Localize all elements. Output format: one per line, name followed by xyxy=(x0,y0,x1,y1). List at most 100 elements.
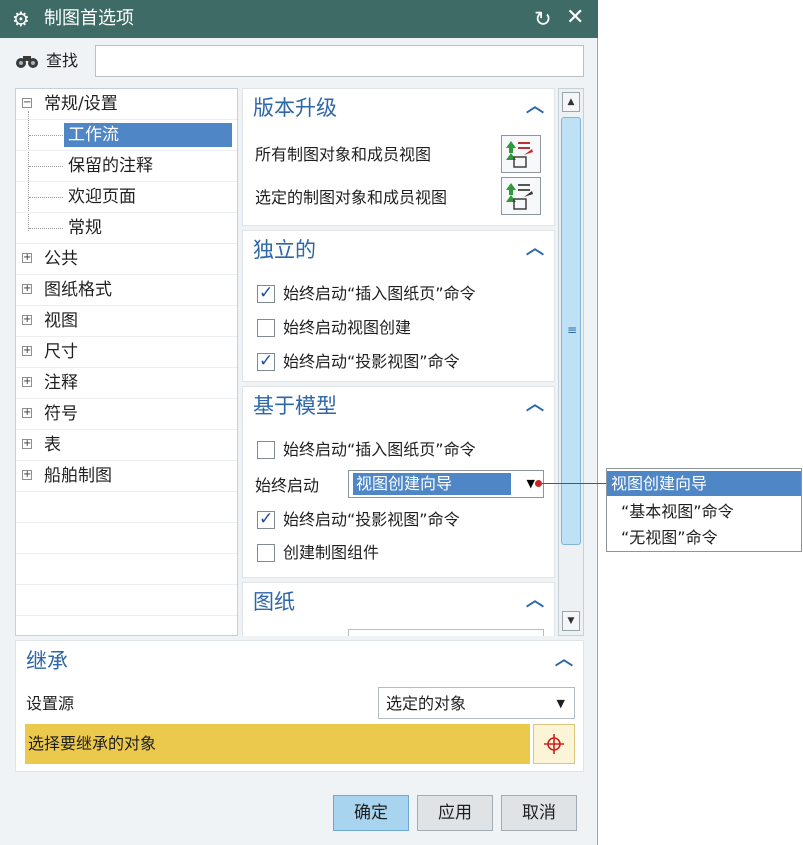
tree-item-label: 注释 xyxy=(44,373,78,393)
section-title: 独立的 xyxy=(253,238,316,262)
tree-item-general-settings[interactable]: − 常规/设置 xyxy=(16,89,237,120)
upgrade-selected-icon xyxy=(506,183,533,210)
section-title: 继承 xyxy=(26,649,68,673)
checkbox-create-drafting-component[interactable] xyxy=(257,544,275,562)
tree-empty-row xyxy=(16,492,237,523)
section-version-upgrade: 版本升级 ︿ 所有制图对象和成员视图 选定的制图对象和成员视图 xyxy=(242,88,555,226)
drafting-preferences-dialog: ⚙ 制图首选项 ↻ ✕ 查找 − 常规/设置 工作流 保留的注释 欢迎页面 常规… xyxy=(0,0,598,845)
dropdown-arrow-icon[interactable]: ▼ xyxy=(527,475,535,493)
upgrade-objects-icon xyxy=(506,141,533,168)
checkbox-insert-sheet-model[interactable] xyxy=(257,441,275,459)
grip-icon: ≡ xyxy=(567,323,578,337)
dropdown-option[interactable]: 视图创建向导 xyxy=(607,471,801,496)
checkbox-projected-view[interactable]: ✓ xyxy=(257,351,275,371)
checkbox-label: 创建制图组件 xyxy=(283,543,380,562)
tree-item-drawing-format[interactable]: + 图纸格式 xyxy=(16,275,237,306)
tree-item-label: 表 xyxy=(44,435,61,455)
tree-item-symbol[interactable]: + 符号 xyxy=(16,399,237,430)
dialog-title: 制图首选项 xyxy=(44,8,134,29)
expand-icon[interactable]: + xyxy=(22,408,32,418)
tree-item-workflow[interactable]: 工作流 xyxy=(16,120,237,151)
section-title: 版本升级 xyxy=(253,96,337,120)
checkbox-insert-sheet[interactable]: ✓ xyxy=(257,283,275,303)
search-input[interactable] xyxy=(95,45,584,77)
tree-item-dimension[interactable]: + 尺寸 xyxy=(16,337,237,368)
dropdown-option[interactable]: “无视图”命令 xyxy=(607,525,801,550)
expand-icon[interactable]: + xyxy=(22,253,32,263)
close-icon[interactable]: ✕ xyxy=(566,4,584,32)
checkbox-view-creation[interactable] xyxy=(257,319,275,337)
tree-item-label: 公共 xyxy=(44,249,78,269)
select-object-prompt: 选择要继承的对象 xyxy=(28,734,157,753)
section-model-based: 基于模型 ︿ 始终启动“插入图纸页”命令 始终启动 视图创建向导 ▼ ✓ 始终启… xyxy=(242,386,555,578)
tree-item-annotation[interactable]: + 注释 xyxy=(16,368,237,399)
checkmark-icon: ✓ xyxy=(259,351,274,371)
collapse-section-icon[interactable]: ︿ xyxy=(555,650,573,670)
dropdown-option[interactable]: “基本视图”命令 xyxy=(607,499,801,524)
expand-icon[interactable]: + xyxy=(22,377,32,387)
drawing-field[interactable] xyxy=(348,629,544,636)
tree-item-common[interactable]: + 公共 xyxy=(16,244,237,275)
expand-icon[interactable]: + xyxy=(22,470,32,480)
apply-button[interactable]: 应用 xyxy=(417,795,493,831)
dropdown-options-list: 视图创建向导 “基本视图”命令 “无视图”命令 xyxy=(606,468,802,552)
select-object-bar[interactable]: 选择要继承的对象 xyxy=(25,724,530,764)
checkmark-icon: ✓ xyxy=(259,509,274,529)
dropdown-arrow-icon[interactable]: ▼ xyxy=(557,695,565,713)
scroll-thumb[interactable]: ≡ xyxy=(561,117,581,545)
always-start-label: 始终启动 xyxy=(255,476,320,495)
scroll-down-icon[interactable]: ▼ xyxy=(562,611,580,631)
view-creation-dropdown[interactable]: 视图创建向导 ▼ xyxy=(348,470,544,498)
expand-icon[interactable]: + xyxy=(22,284,32,294)
expand-icon[interactable]: + xyxy=(22,439,32,449)
checkbox-projected-view-model[interactable]: ✓ xyxy=(257,509,275,529)
tree-item-label: 保留的注释 xyxy=(68,156,153,176)
collapse-section-icon[interactable]: ︿ xyxy=(526,591,544,611)
expand-icon[interactable]: + xyxy=(22,315,32,325)
reset-icon[interactable]: ↻ xyxy=(534,6,552,32)
settings-source-select[interactable]: 选定的对象 ▼ xyxy=(378,687,575,719)
scroll-up-icon[interactable]: ▲ xyxy=(562,92,580,112)
collapse-icon[interactable]: − xyxy=(22,98,32,108)
upgrade-objects-button[interactable] xyxy=(501,135,541,173)
select-object-button[interactable] xyxy=(533,724,575,764)
callout-line xyxy=(538,483,606,484)
collapse-section-icon[interactable]: ︿ xyxy=(526,97,544,117)
settings-scrollbar[interactable]: ▲ ≡ ▼ xyxy=(558,88,584,636)
tree-item-label: 船舶制图 xyxy=(44,466,112,486)
find-label: 查找 xyxy=(46,51,79,70)
tree-item-ship-drafting[interactable]: + 船舶制图 xyxy=(16,461,237,492)
collapse-section-icon[interactable]: ︿ xyxy=(526,395,544,415)
ok-button[interactable]: 确定 xyxy=(333,795,409,831)
collapse-section-icon[interactable]: ︿ xyxy=(526,239,544,259)
settings-source-label: 设置源 xyxy=(26,694,75,713)
tree-item-label: 图纸格式 xyxy=(44,280,112,300)
tree-item-label: 常规/设置 xyxy=(44,94,118,114)
select-value: 选定的对象 xyxy=(386,694,467,713)
cancel-button[interactable]: 取消 xyxy=(501,795,577,831)
tree-empty-row xyxy=(16,554,237,585)
tree-item-label: 符号 xyxy=(44,404,78,424)
upgrade-selected-label: 选定的制图对象和成员视图 xyxy=(255,188,448,207)
tree-item-retained-annotations[interactable]: 保留的注释 xyxy=(16,151,237,182)
tree-item-table[interactable]: + 表 xyxy=(16,430,237,461)
section-drawing: 图纸 ︿ xyxy=(242,582,555,636)
expand-icon[interactable]: + xyxy=(22,346,32,356)
section-standalone: 独立的 ︿ ✓ 始终启动“插入图纸页”命令 始终启动视图创建 ✓ 始终启动“投影… xyxy=(242,230,555,382)
checkbox-label: 始终启动视图创建 xyxy=(283,318,412,337)
upgrade-all-label: 所有制图对象和成员视图 xyxy=(255,145,432,164)
checkbox-label: 始终启动“插入图纸页”命令 xyxy=(283,284,476,303)
tree-item-general[interactable]: 常规 xyxy=(16,213,237,244)
upgrade-selected-button[interactable] xyxy=(501,177,541,215)
tree-item-welcome-page[interactable]: 欢迎页面 xyxy=(16,182,237,213)
section-title: 图纸 xyxy=(253,590,295,614)
checkbox-label: 始终启动“投影视图”命令 xyxy=(283,352,460,371)
binoculars-icon xyxy=(16,56,38,68)
tree-item-label: 欢迎页面 xyxy=(68,187,136,207)
section-inherit: 继承 ︿ 设置源 选定的对象 ▼ 选择要继承的对象 xyxy=(15,640,584,772)
dropdown-selected-value: 视图创建向导 xyxy=(353,473,511,495)
tree-item-view[interactable]: + 视图 xyxy=(16,306,237,337)
checkbox-label: 始终启动“投影视图”命令 xyxy=(283,510,460,529)
title-bar: ⚙ 制图首选项 ↻ ✕ xyxy=(0,0,598,38)
crosshair-icon xyxy=(544,734,564,754)
